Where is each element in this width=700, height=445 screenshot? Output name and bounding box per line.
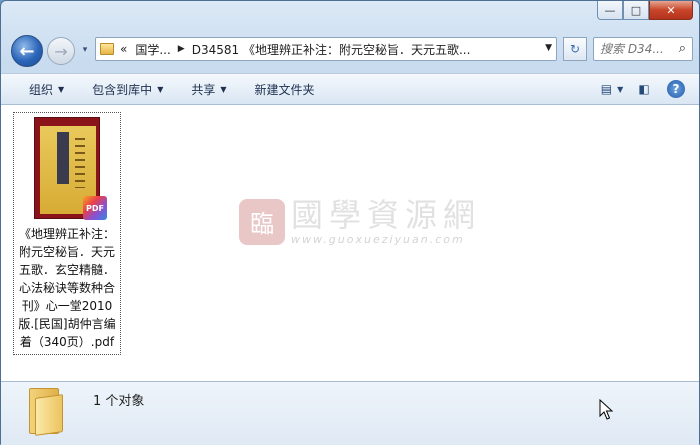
folder-icon [100,43,114,55]
watermark-url: www.guoxueziyuan.com [291,233,465,246]
command-bar: 组织 ▼ 包含到库中 ▼ 共享 ▼ 新建文件夹 ▤ ▼ ◧ ? [1,73,699,105]
selection-summary: 1 个对象 [93,394,145,409]
minimize-button[interactable]: — [597,1,623,20]
book-cover-thumbnail: PDF [34,117,107,220]
cover-title-strip [57,132,69,184]
recent-pages-dropdown[interactable]: ▾ [79,43,91,57]
file-list-pane[interactable]: PDF 《地理辨正补注：附元空秘旨．天元五歌．玄空精髓．心法秘诀等数种合刊》心一… [1,105,699,381]
file-name[interactable]: 《地理辨正补注：附元空秘旨．天元五歌．玄空精髓．心法秘诀等数种合刊》心一堂201… [14,225,120,351]
pdf-icon: PDF [83,196,107,220]
breadcrumb-item-current[interactable]: D34581 《地理辨正补注：附元空秘旨．天元五歌... [192,41,471,58]
chevron-down-icon: ▼ [617,84,624,94]
views-icon: ▤ [600,82,613,96]
command-bar-right: ▤ ▼ ◧ ? [593,78,689,100]
chevron-down-icon: ▼ [220,84,227,94]
search-box[interactable]: ⌕ [593,37,693,61]
refresh-icon: ↻ [569,42,581,56]
arrow-right-icon: → [54,41,68,61]
navigation-bar: ← → ▾ « 国学... ▶ D34581 《地理辨正补注：附元空秘旨．天元五… [9,31,693,71]
watermark-logo: 臨 [239,198,285,245]
file-item[interactable]: PDF 《地理辨正补注：附元空秘旨．天元五歌．玄空精髓．心法秘诀等数种合刊》心一… [13,112,121,355]
share-menu[interactable]: 共享 ▼ [177,77,240,101]
address-bar[interactable]: « 国学... ▶ D34581 《地理辨正补注：附元空秘旨．天元五歌... ▼ [95,37,557,61]
breadcrumb-item-root[interactable]: 国学... [135,41,170,58]
caption-buttons: — □ ✕ [597,1,693,20]
details-pane: 1 个对象 [1,381,699,445]
organize-label: 组织 [29,82,54,97]
share-label: 共享 [191,82,216,97]
cover-text-lines [75,138,85,188]
folder-icon [29,388,63,436]
chevron-down-icon[interactable]: ▼ [545,43,552,53]
new-folder-button[interactable]: 新建文件夹 [241,77,329,101]
preview-pane-icon: ◧ [638,82,650,96]
help-icon: ? [667,80,685,98]
chevron-down-icon: ▼ [58,84,65,94]
organize-menu[interactable]: 组织 ▼ [15,77,78,101]
include-in-library-label: 包含到库中 [92,82,153,97]
search-icon[interactable]: ⌕ [679,41,686,56]
watermark: 臨 國學資源網 www.guoxueziyuan.com [239,197,481,246]
explorer-window: — □ ✕ ← → ▾ « 国学... ▶ D34581 《地理辨正补注：附元空… [0,0,700,445]
close-button[interactable]: ✕ [649,1,693,20]
back-button[interactable]: ← [11,35,43,67]
help-button[interactable]: ? [663,78,689,100]
refresh-button[interactable]: ↻ [563,37,587,61]
forward-button[interactable]: → [47,37,75,65]
chevron-right-icon[interactable]: ▶ [178,44,185,54]
change-view-button[interactable]: ▤ ▼ [599,78,625,100]
search-input[interactable] [600,42,664,56]
include-in-library-menu[interactable]: 包含到库中 ▼ [78,77,177,101]
maximize-button[interactable]: □ [623,1,649,20]
chevron-down-icon: ▼ [157,84,164,94]
preview-pane-button[interactable]: ◧ [631,78,657,100]
new-folder-label: 新建文件夹 [254,82,315,97]
breadcrumb-overflow[interactable]: « [120,42,127,56]
watermark-text-block: 國學資源網 www.guoxueziyuan.com [291,197,481,246]
mouse-cursor-icon [599,399,613,420]
arrow-left-icon: ← [19,40,35,62]
watermark-title: 國學資源網 [291,196,482,234]
